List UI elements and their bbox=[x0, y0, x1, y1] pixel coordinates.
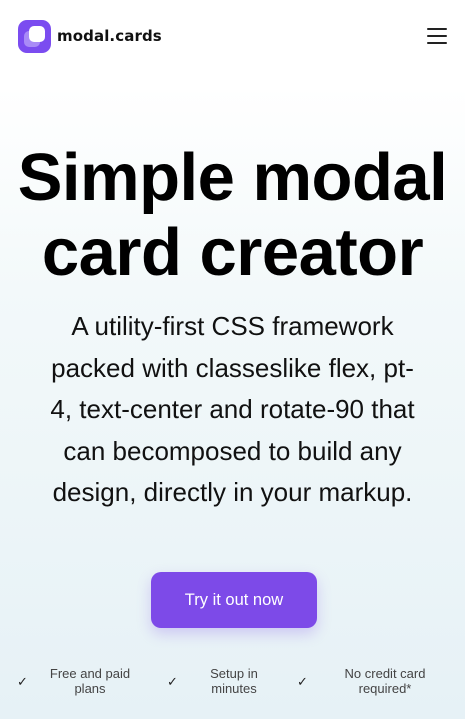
hero-subtitle-line: 4, text-center and rotate-90 that bbox=[50, 394, 415, 424]
feature-label-line: No credit card bbox=[344, 666, 426, 681]
feature-item: ✓ No credit card required* bbox=[297, 666, 459, 696]
feature-label: Free and paid plans bbox=[31, 666, 149, 696]
feature-item: ✓ Free and paid plans bbox=[17, 666, 149, 696]
feature-label-line: plans bbox=[74, 681, 106, 696]
check-icon: ✓ bbox=[167, 673, 178, 689]
feature-item: ✓ Setup in minutes bbox=[167, 666, 287, 696]
hero-title: Simple modal card creator bbox=[0, 140, 465, 290]
hero-title-line-1: Simple modal bbox=[17, 140, 448, 215]
navbar: modal.cards bbox=[0, 0, 465, 72]
try-it-out-button[interactable]: Try it out now bbox=[151, 572, 317, 628]
feature-label-line: Setup in bbox=[210, 666, 258, 681]
hero-subtitle-line: design, directly in your markup. bbox=[52, 477, 413, 507]
feature-label-line: minutes bbox=[211, 681, 257, 696]
hamburger-menu-icon[interactable] bbox=[427, 28, 447, 44]
check-icon: ✓ bbox=[297, 673, 308, 689]
feature-label-line: Free and paid bbox=[49, 666, 131, 681]
hero-subtitle-line: packed with classeslike flex, pt- bbox=[51, 352, 414, 383]
brand-link[interactable]: modal.cards bbox=[18, 19, 162, 53]
feature-list: ✓ Free and paid plans ✓ Setup in minutes… bbox=[0, 666, 465, 700]
hero-subtitle-line: A utility-first CSS framework bbox=[71, 311, 394, 341]
feature-label-line: required* bbox=[358, 681, 412, 696]
feature-label: No credit card required* bbox=[311, 666, 459, 696]
stacked-cards-icon bbox=[18, 19, 51, 53]
brand-name: modal.cards bbox=[57, 27, 162, 45]
hero-subtitle: A utility-first CSS framework packed wit… bbox=[0, 306, 465, 514]
check-icon: ✓ bbox=[17, 673, 28, 689]
hero-title-line-2: card creator bbox=[41, 215, 424, 290]
feature-label: Setup in minutes bbox=[181, 666, 287, 696]
hero-subtitle-line: can becomposed to build any bbox=[63, 435, 402, 466]
